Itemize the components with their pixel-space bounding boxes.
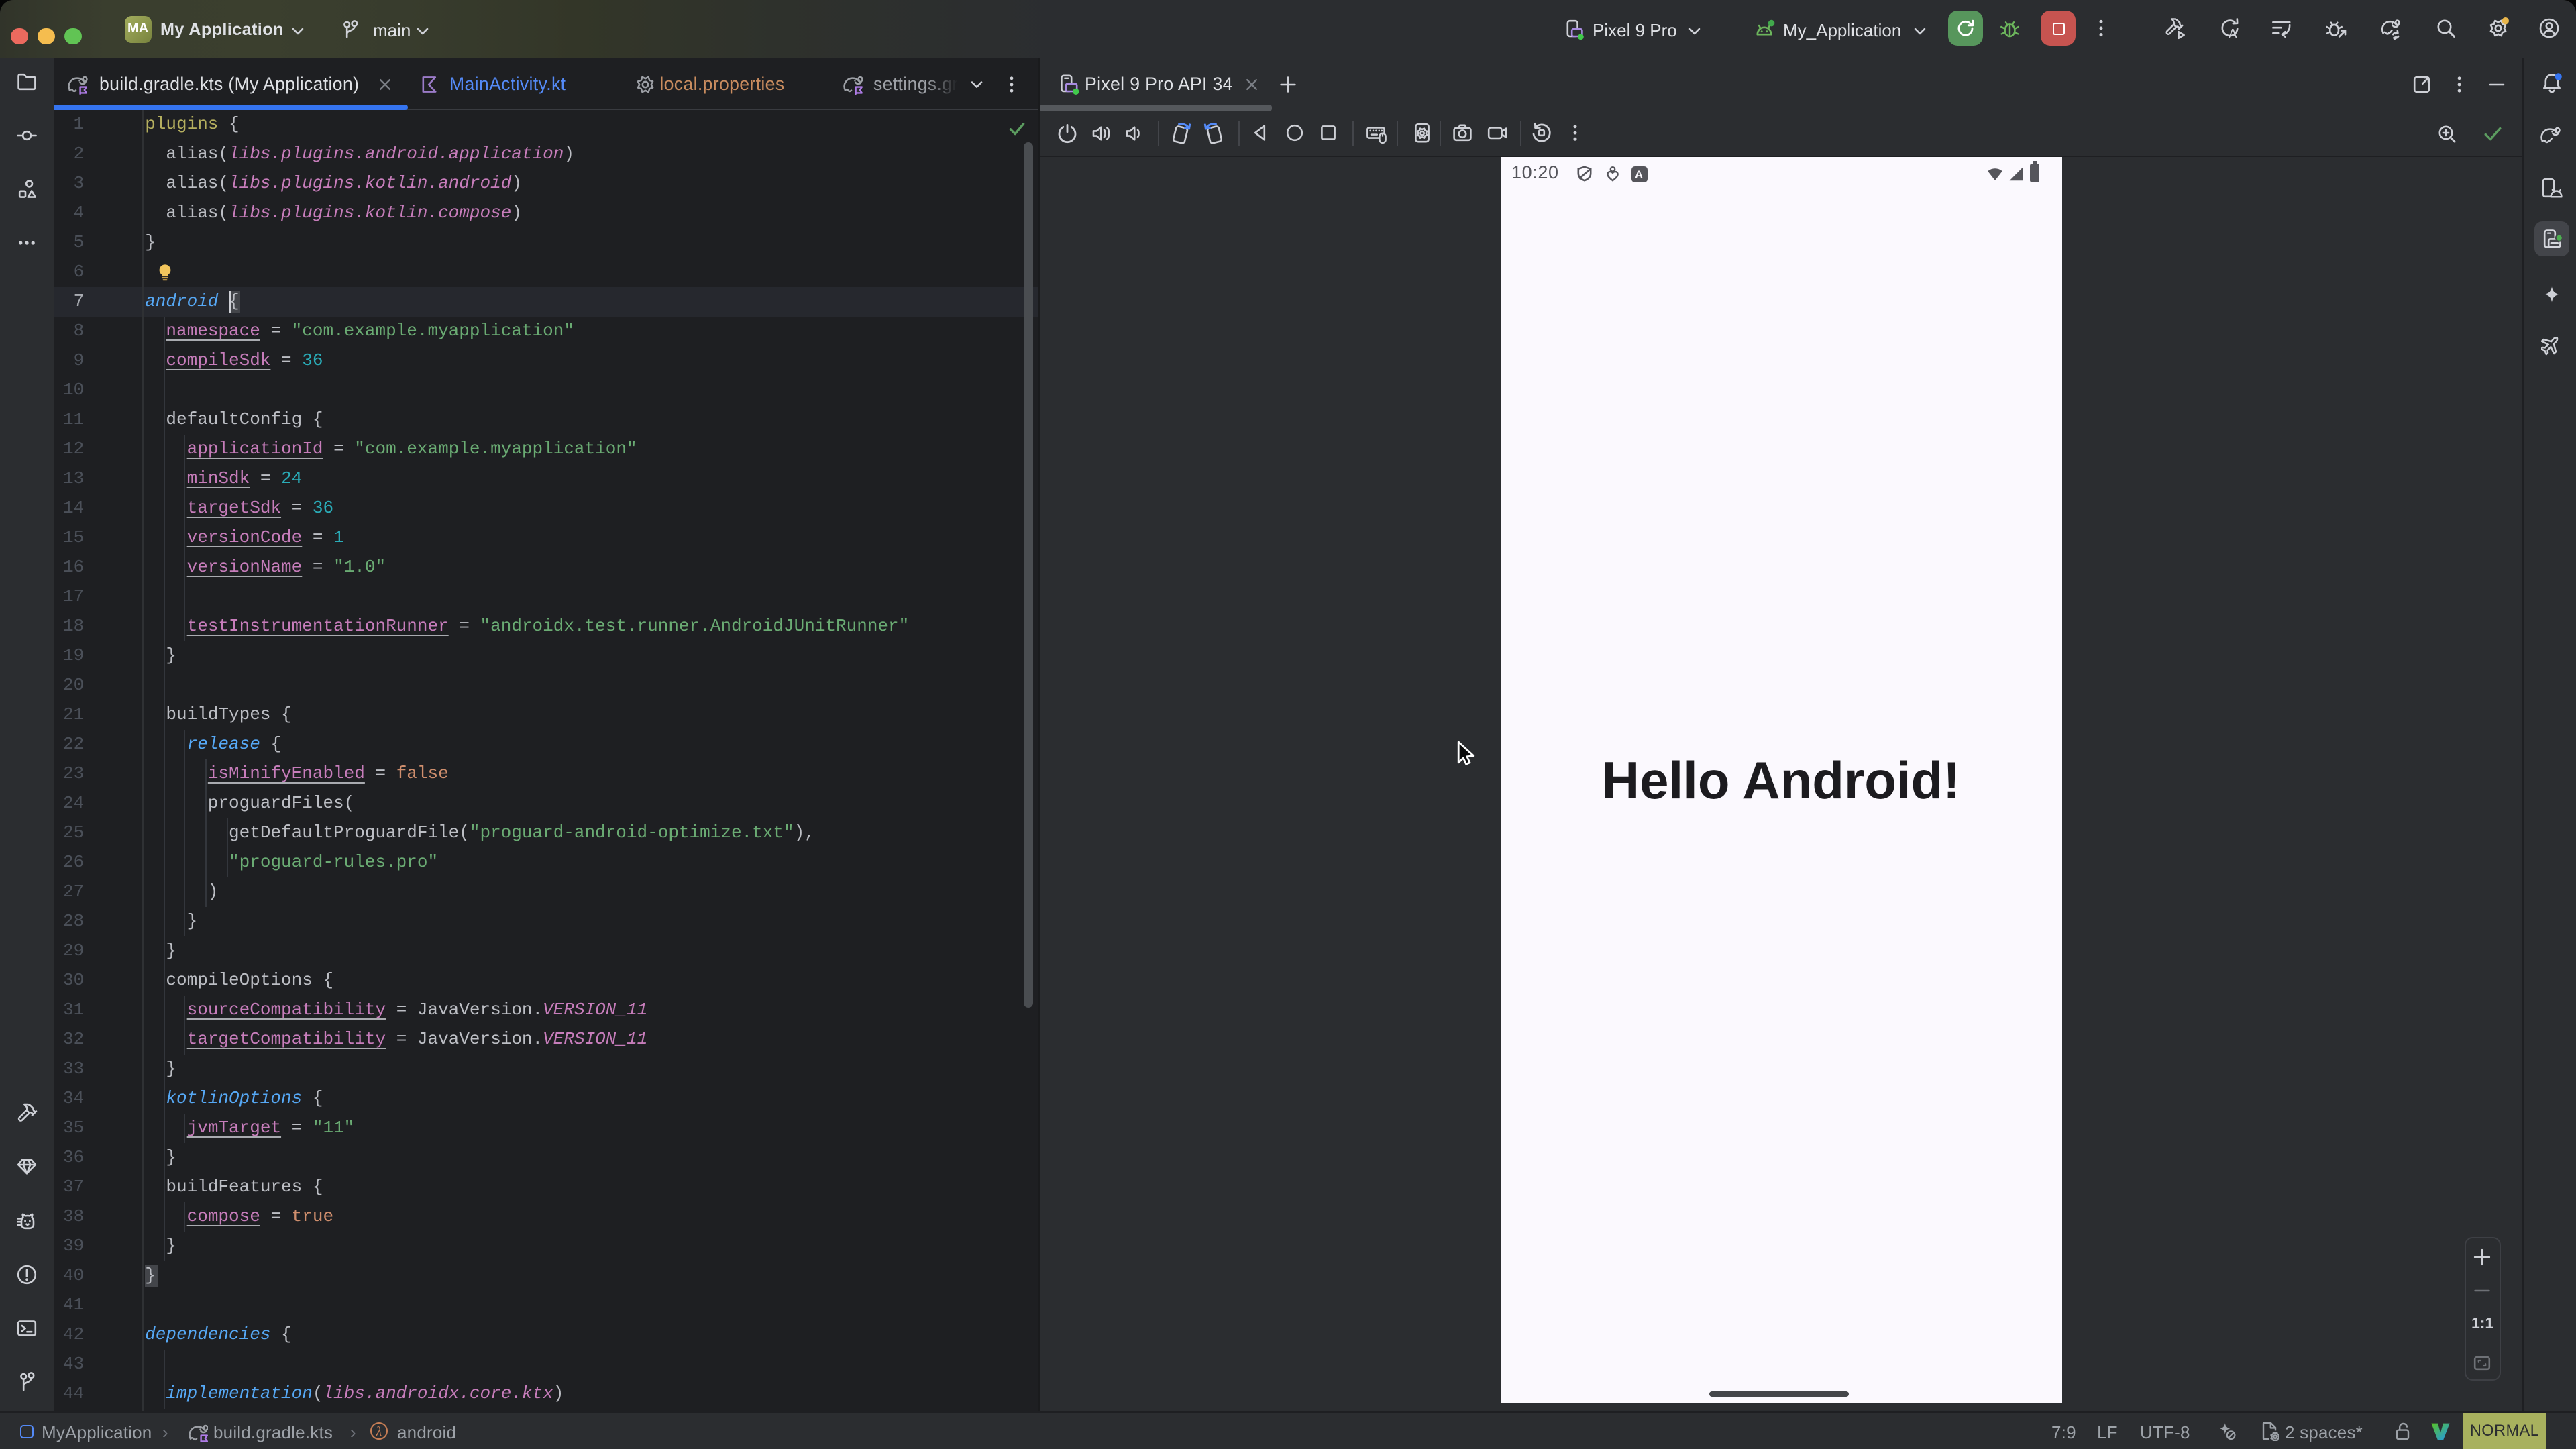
svg-text:A: A xyxy=(2228,26,2237,40)
